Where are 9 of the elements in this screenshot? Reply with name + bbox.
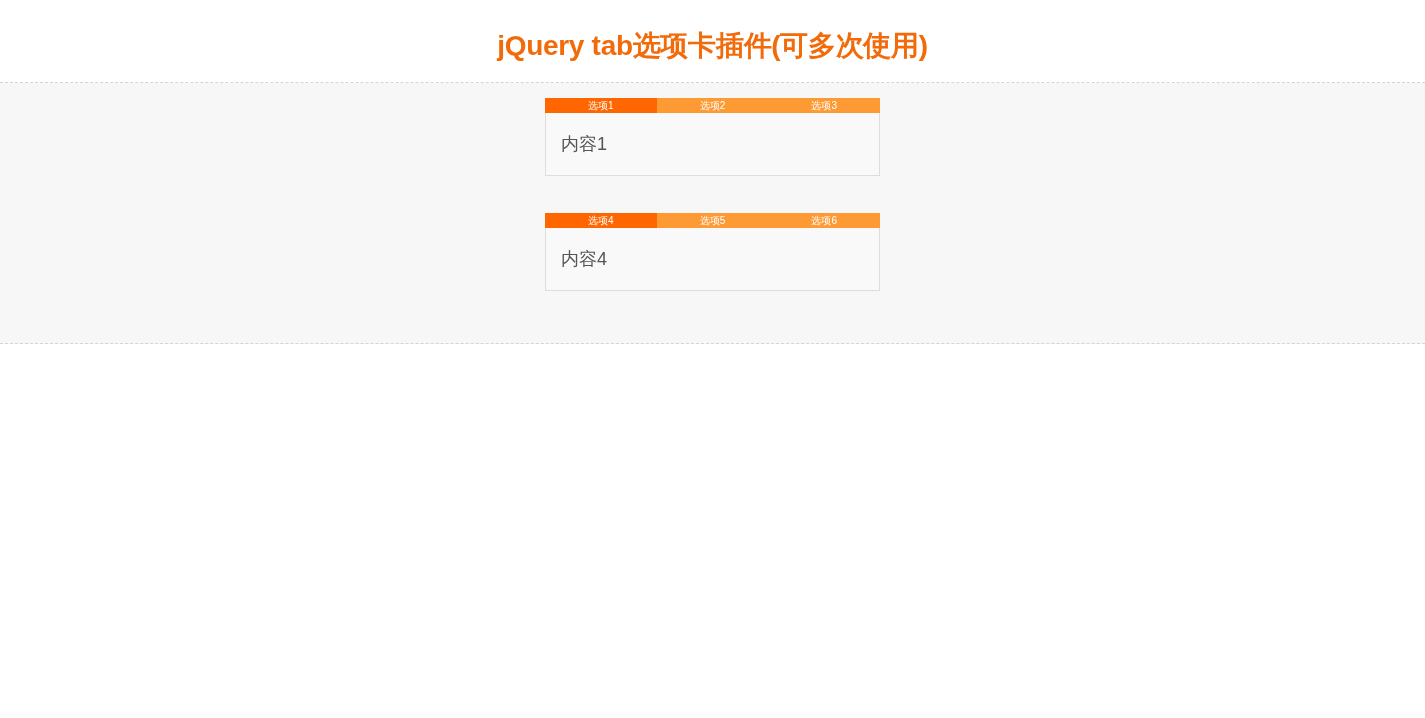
tab[interactable]: 选项6 bbox=[768, 213, 880, 228]
tab[interactable]: 选项5 bbox=[656, 213, 769, 228]
content-text: 内容1 bbox=[561, 133, 607, 155]
tab[interactable]: 选项4 bbox=[545, 213, 657, 228]
page-title: jQuery tab选项卡插件(可多次使用) bbox=[497, 29, 928, 63]
content-text: 内容4 bbox=[561, 248, 607, 270]
tab[interactable]: 选项1 bbox=[545, 98, 657, 113]
tab[interactable]: 选项3 bbox=[768, 98, 880, 113]
tab[interactable]: 选项2 bbox=[656, 98, 769, 113]
